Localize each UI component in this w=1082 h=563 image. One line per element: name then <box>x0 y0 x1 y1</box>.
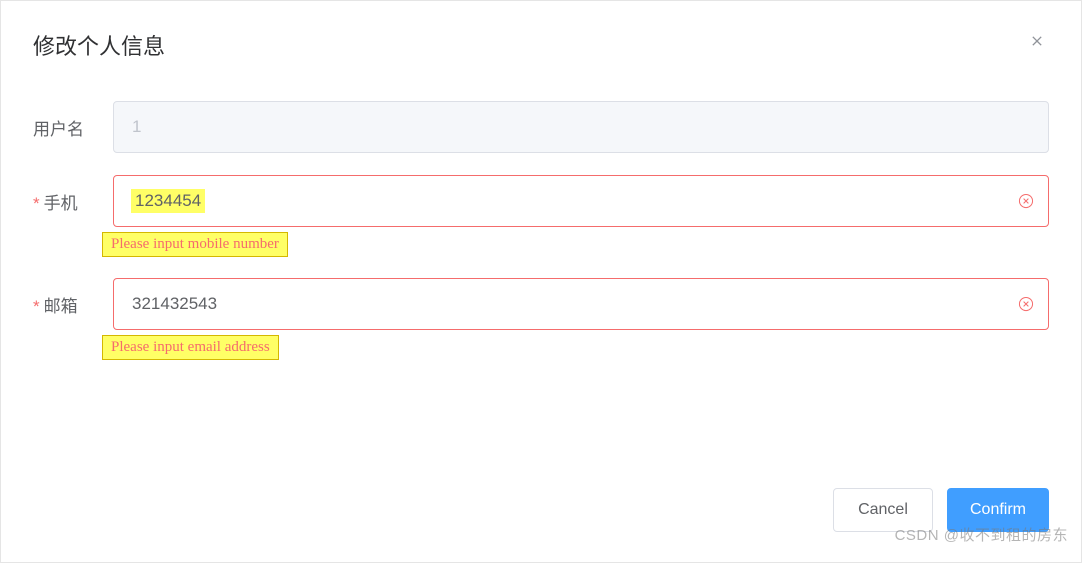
edit-profile-dialog: 修改个人信息 用户名 手机 1234454 <box>0 0 1082 563</box>
dialog-header: 修改个人信息 <box>1 1 1081 81</box>
mobile-row: 手机 1234454 Please input mobile number <box>33 175 1049 256</box>
email-error-message: Please input email address <box>103 336 278 359</box>
username-row: 用户名 <box>33 101 1049 153</box>
close-icon[interactable] <box>1025 29 1049 56</box>
mobile-error-message: Please input mobile number <box>103 233 287 256</box>
confirm-button[interactable]: Confirm <box>947 488 1049 532</box>
email-label: 邮箱 <box>33 278 113 317</box>
username-label: 用户名 <box>33 101 113 140</box>
username-input <box>113 101 1049 153</box>
mobile-field: 1234454 Please input mobile number <box>113 175 1049 256</box>
clear-icon[interactable] <box>1017 295 1035 313</box>
clear-icon[interactable] <box>1017 192 1035 210</box>
mobile-input[interactable] <box>113 175 1049 227</box>
email-input[interactable] <box>113 278 1049 330</box>
dialog-body: 用户名 手机 1234454 <box>1 81 1081 470</box>
dialog-title: 修改个人信息 <box>33 29 165 61</box>
mobile-label: 手机 <box>33 175 113 214</box>
email-row: 邮箱 Please input email address <box>33 278 1049 359</box>
cancel-button[interactable]: Cancel <box>833 488 933 532</box>
email-field: Please input email address <box>113 278 1049 359</box>
username-field <box>113 101 1049 153</box>
dialog-footer: Cancel Confirm <box>1 470 1081 562</box>
